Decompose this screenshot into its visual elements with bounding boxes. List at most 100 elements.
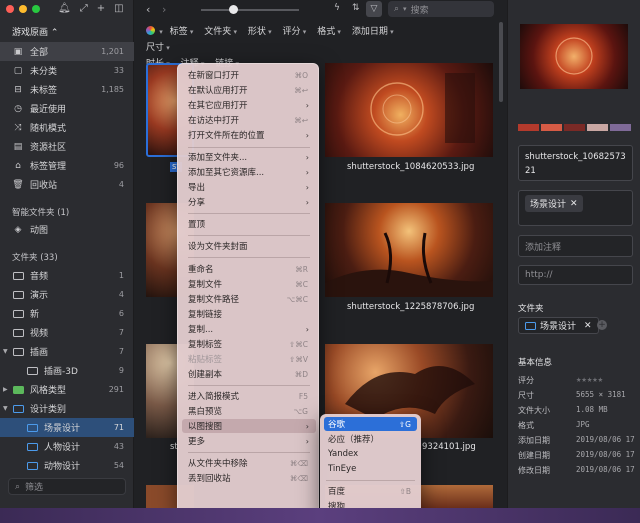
expand-icon[interactable]: ⤢	[80, 3, 88, 14]
menu-copy-link[interactable]: 复制链接	[182, 307, 316, 321]
menu-open-new-window[interactable]: 在新窗口打开 ⌘O	[182, 68, 316, 82]
menu-add-to-folder[interactable]: 添加至文件夹... ›	[182, 150, 316, 164]
thumbnail[interactable]	[325, 63, 493, 157]
back-icon[interactable]: ‹	[146, 3, 150, 16]
menu-grayscale-preview[interactable]: 黑白预览 ⌥G	[182, 404, 316, 418]
tag-chip[interactable]: 场景设计 ✕	[525, 195, 583, 212]
chevron-down-icon[interactable]: ▼	[3, 405, 8, 412]
slider-knob[interactable]	[229, 5, 238, 14]
chevron-down-icon[interactable]: ▼	[3, 348, 8, 355]
submenu-yandex[interactable]: Yandex	[324, 447, 417, 461]
menu-open-default-app[interactable]: 在默认应用打开 ⌘↩	[182, 83, 316, 97]
sidebar-filter-input[interactable]: ⌕ 筛选	[8, 478, 126, 495]
menu-set-folder-cover[interactable]: 设为文件夹封面	[182, 239, 316, 253]
add-folder-icon[interactable]: +	[597, 320, 607, 330]
sidebar-toggle-icon[interactable]: ◫	[114, 3, 123, 14]
menu-copy-tags[interactable]: 复制标签 ⇧⌘C	[182, 337, 316, 351]
folder-design-category[interactable]: ▼ 设计类别	[0, 399, 134, 418]
submenu-tineye[interactable]: TinEye	[324, 462, 417, 476]
sort-icon[interactable]: ⇅	[352, 3, 360, 13]
sidebar-item-gif[interactable]: ◈ 动图	[0, 220, 134, 239]
smart-folders-title[interactable]: 智能文件夹 (1)	[12, 206, 69, 218]
close-icon[interactable]: ✕	[584, 321, 592, 331]
color-swatch[interactable]	[541, 124, 562, 131]
menu-reverse-image-search[interactable]: 以图搜图 ›	[182, 419, 316, 433]
plus-icon[interactable]: +	[97, 3, 105, 14]
folder-demo[interactable]: 演示 4	[0, 285, 134, 304]
menu-presentation-mode[interactable]: 进入简报模式 F5	[182, 389, 316, 403]
color-swatch[interactable]	[587, 124, 608, 131]
menu-paste-tags[interactable]: 粘贴标签 ⇧⌘V	[182, 352, 316, 366]
filter-format[interactable]: 格式	[317, 27, 341, 37]
menu-pin-top[interactable]: 置顶	[182, 217, 316, 231]
menu-move-to-trash[interactable]: 丢到回收站 ⌘⌫	[182, 471, 316, 485]
color-filter-dropdown[interactable]	[157, 27, 163, 37]
sidebar-item-random[interactable]: ⤨ 随机模式	[0, 118, 134, 137]
filter-funnel-icon[interactable]: ▽	[366, 1, 382, 17]
folders-title[interactable]: 文件夹 (33)	[12, 251, 58, 263]
folder-audio[interactable]: 音频 1	[0, 266, 134, 285]
menu-copy-file-path[interactable]: 复制文件路径 ⌥⌘C	[182, 292, 316, 306]
submenu-bing[interactable]: 必应（推荐）	[324, 432, 417, 446]
sidebar-item-community[interactable]: ▤ 资源社区	[0, 137, 134, 156]
submenu-google[interactable]: 谷歌 ⇧G	[324, 417, 417, 431]
close-icon[interactable]: ✕	[570, 199, 578, 209]
sidebar-item-uncategorized[interactable]: ▢ 未分类 33	[0, 61, 134, 80]
menu-share[interactable]: 分享 ›	[182, 195, 316, 209]
library-switcher[interactable]: 游戏原画 ⌃	[12, 25, 58, 38]
sidebar-item-all[interactable]: ▣ 全部 1,201	[0, 42, 134, 61]
minimize-window-button[interactable]	[19, 5, 27, 13]
rating-stars[interactable]: ★★★★★	[576, 375, 603, 389]
close-window-button[interactable]	[6, 5, 14, 13]
folder-new[interactable]: 新 6	[0, 304, 134, 323]
menu-copy-file[interactable]: 复制文件 ⌘C	[182, 277, 316, 291]
folder-character-design[interactable]: 人物设计 43	[0, 437, 134, 456]
note-field[interactable]: 添加注释	[518, 235, 633, 257]
menu-export[interactable]: 导出 ›	[182, 180, 316, 194]
menu-more[interactable]: 更多 ›	[182, 434, 316, 448]
folder-video[interactable]: 视频 7	[0, 323, 134, 342]
filter-size[interactable]: 尺寸	[146, 43, 170, 53]
menu-remove-from-folder[interactable]: 从文件夹中移除 ⌘⌫	[182, 456, 316, 470]
menu-open-in-finder[interactable]: 在访达中打开 ⌘↩	[182, 113, 316, 127]
filter-added-date[interactable]: 添加日期	[352, 27, 394, 37]
menu-copy-more[interactable]: 复制... ›	[182, 322, 316, 336]
folder-style-types[interactable]: ▶ 风格类型 291	[0, 380, 134, 399]
preview-image[interactable]	[520, 24, 628, 89]
sidebar-item-tags[interactable]: ⌂ 标签管理 96	[0, 156, 134, 175]
folder-chip[interactable]: 场景设计 ✕	[518, 317, 599, 334]
menu-open-other-app[interactable]: 在其它应用打开 ›	[182, 98, 316, 112]
url-field[interactable]: http://	[518, 265, 633, 285]
zoom-window-button[interactable]	[32, 5, 40, 13]
folder-animal-design[interactable]: 动物设计 54	[0, 456, 134, 475]
menu-rename[interactable]: 重命名 ⌘R	[182, 262, 316, 276]
lightning-icon[interactable]: ϟ	[334, 3, 340, 13]
filename-field[interactable]: shutterstock_1068257321	[518, 145, 633, 181]
color-swatch[interactable]	[564, 124, 585, 131]
sidebar-item-trash[interactable]: 🗑︎ 回收站 4	[0, 175, 134, 194]
menu-open-file-location[interactable]: 打开文件所在的位置 ›	[182, 128, 316, 142]
color-swatch[interactable]	[610, 124, 631, 131]
thumbnail[interactable]	[325, 203, 493, 297]
thumbnail-size-slider[interactable]	[201, 5, 299, 14]
filter-rating[interactable]: 评分	[283, 27, 307, 37]
filter-shape[interactable]: 形状	[248, 27, 272, 37]
folder-illustration-3d[interactable]: 插画-3D 9	[0, 361, 134, 380]
sidebar-item-untagged[interactable]: ⊟ 未标签 1,185	[0, 80, 134, 99]
forward-icon[interactable]: ›	[162, 3, 166, 16]
scrollbar[interactable]	[499, 22, 503, 102]
search-input[interactable]: ⌕ ▾ 搜索	[388, 1, 494, 17]
menu-add-to-other-library[interactable]: 添加至其它资源库... ›	[182, 165, 316, 179]
chevron-right-icon[interactable]: ▶	[3, 386, 8, 393]
sidebar-item-recent[interactable]: ◷ 最近使用	[0, 99, 134, 118]
tags-field[interactable]: 场景设计 ✕	[518, 190, 633, 226]
color-swatch[interactable]	[518, 124, 539, 131]
folder-scene-design[interactable]: 场景设计 71	[0, 418, 134, 437]
color-filter-icon[interactable]	[146, 26, 155, 35]
bell-icon[interactable]: 🔔︎	[58, 3, 71, 14]
menu-duplicate[interactable]: 创建副本 ⌘D	[182, 367, 316, 381]
folder-illustration[interactable]: ▼ 插画 7	[0, 342, 134, 361]
filter-folder[interactable]: 文件夹	[204, 27, 237, 37]
filter-tags[interactable]: 标签	[170, 27, 194, 37]
submenu-baidu[interactable]: 百度 ⇧B	[324, 484, 417, 498]
